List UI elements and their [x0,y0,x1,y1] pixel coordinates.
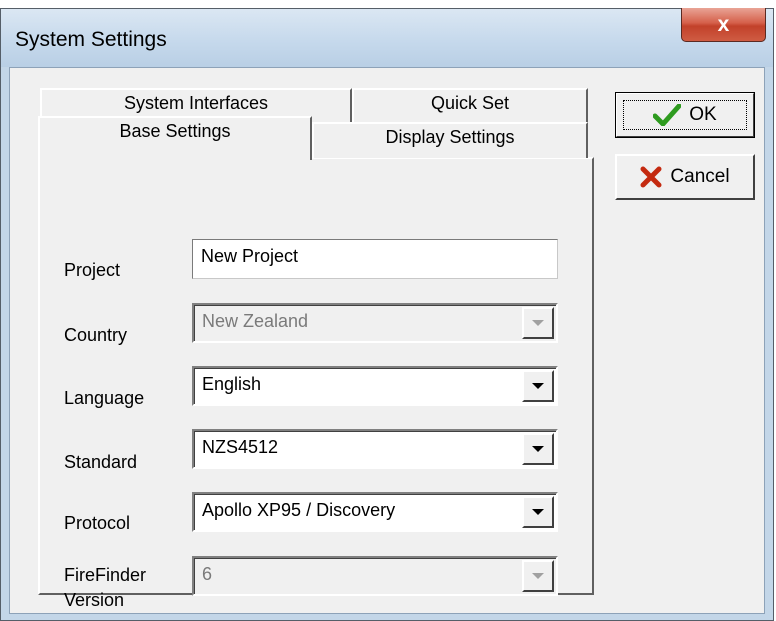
dialog-client-area: System Interfaces Quick Set Base Setting… [9,67,765,614]
country-dropdown-value: New Zealand [202,311,309,331]
window-frame: System Settings System Interfaces Quick … [0,8,774,621]
tab-base-settings-label: Base Settings [119,121,231,141]
language-dropdown-button[interactable] [522,370,554,402]
cancel-button[interactable]: Cancel [615,154,755,200]
firefinder-version-label-line2: Version [64,590,125,610]
tab-display-settings-label: Display Settings [385,127,515,147]
ok-button[interactable]: OK [615,92,755,138]
firefinder-version-dropdown-value: 6 [202,564,213,584]
tab-system-interfaces-label: System Interfaces [123,93,269,113]
focus-rectangle [623,100,747,130]
close-icon: x [717,12,730,36]
country-label: Country [64,325,128,345]
x-mark-icon [640,166,662,188]
firefinder-version-label-line1: FireFinder [64,565,147,585]
standard-dropdown-button[interactable] [522,433,554,465]
standard-dropdown-value: NZS4512 [202,437,279,457]
protocol-dropdown-button[interactable] [522,496,554,528]
country-dropdown-button[interactable] [522,307,554,339]
firefinder-version-dropdown[interactable]: 6 [192,556,558,596]
language-dropdown[interactable]: English [192,366,558,406]
chevron-down-icon [532,446,544,452]
tab-quick-set[interactable]: Quick Set [352,88,588,124]
close-window-button[interactable]: x [681,8,766,42]
protocol-dropdown-value: Apollo XP95 / Discovery [202,500,396,520]
firefinder-version-dropdown-button[interactable] [522,560,554,592]
chevron-down-icon [532,383,544,389]
title-bar[interactable]: System Settings [1,9,773,67]
cancel-button-label: Cancel [670,166,730,187]
project-label: Project [64,260,121,280]
country-dropdown[interactable]: New Zealand [192,303,558,343]
tab-base-settings[interactable]: Base Settings [38,116,312,160]
tab-quick-set-label: Quick Set [430,93,510,113]
chevron-down-icon [532,320,544,326]
project-input[interactable]: New Project [192,239,558,279]
standard-label: Standard [64,452,138,472]
chevron-down-icon [532,509,544,515]
base-settings-panel: Project New Project Country New Zealand … [38,157,594,610]
language-dropdown-value: English [202,374,262,394]
protocol-label: Protocol [64,513,131,533]
project-input-value: New Project [201,246,299,266]
chevron-down-icon [532,573,544,579]
system-settings-window: System Settings System Interfaces Quick … [0,0,776,621]
language-label: Language [64,388,145,408]
window-title: System Settings [15,28,167,51]
tab-display-settings[interactable]: Display Settings [312,122,588,158]
standard-dropdown[interactable]: NZS4512 [192,429,558,469]
protocol-dropdown[interactable]: Apollo XP95 / Discovery [192,492,558,532]
